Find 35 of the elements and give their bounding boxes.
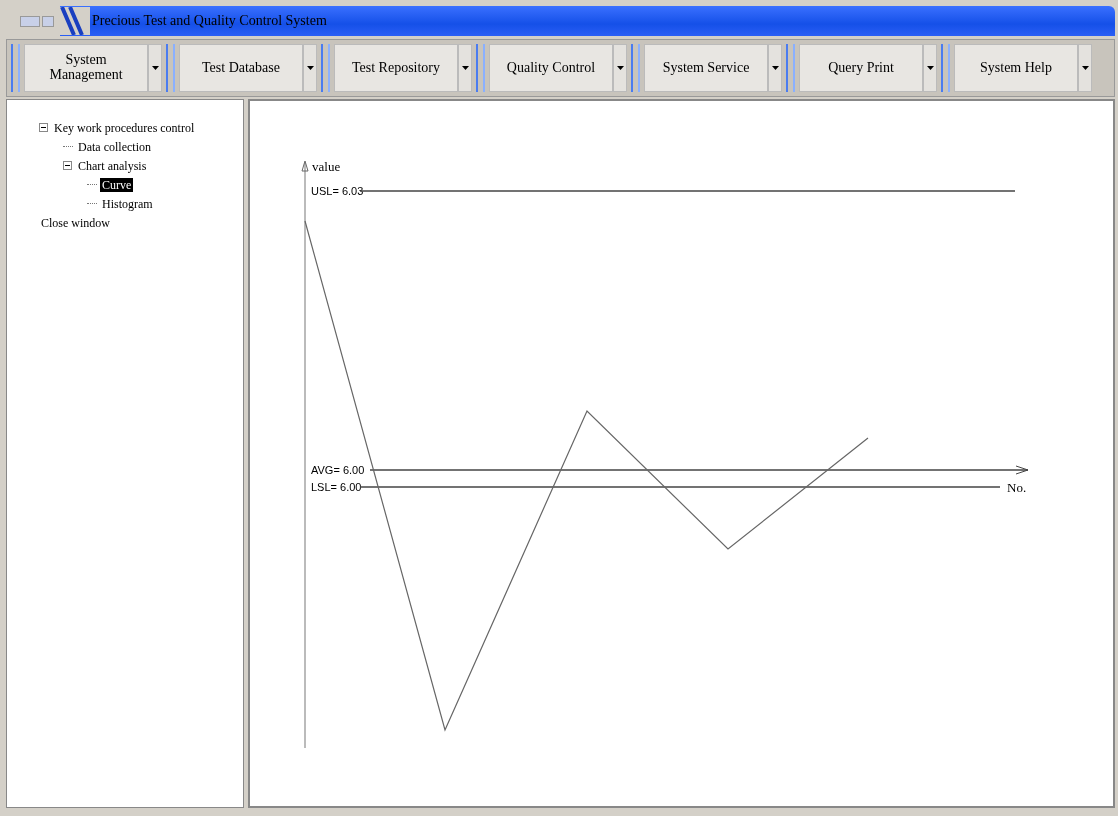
reference-label: LSL= 6.00 xyxy=(311,481,362,493)
axis-label: No. xyxy=(1007,480,1027,495)
toolbar-grip[interactable] xyxy=(476,44,485,92)
toolbar-grip[interactable] xyxy=(11,44,20,92)
tree-item[interactable]: Data collection xyxy=(76,139,153,154)
menu-button[interactable]: Test Repository xyxy=(334,44,458,92)
window-title: Precious Test and Quality Control System xyxy=(91,13,327,29)
menu-button[interactable]: Quality Control xyxy=(489,44,613,92)
tree-item[interactable]: Chart analysis xyxy=(76,158,149,173)
toolbar-grip[interactable] xyxy=(166,44,175,92)
dropdown-button[interactable] xyxy=(613,44,627,92)
collapse-icon[interactable] xyxy=(63,161,72,170)
collapse-icon[interactable] xyxy=(39,123,48,132)
toolbar-grip[interactable] xyxy=(321,44,330,92)
tree-item[interactable]: Close window xyxy=(39,215,112,230)
dropdown-button[interactable] xyxy=(303,44,317,92)
dropdown-button[interactable] xyxy=(923,44,937,92)
menu-button[interactable]: System Management xyxy=(24,44,148,92)
tree-item[interactable]: Key work procedures control xyxy=(52,120,197,135)
menu-button[interactable]: Query Print xyxy=(799,44,923,92)
menu-button[interactable]: System Help xyxy=(954,44,1078,92)
toolbar-grip[interactable] xyxy=(941,44,950,92)
tree-item[interactable]: Histogram xyxy=(100,196,155,211)
dropdown-button[interactable] xyxy=(458,44,472,92)
dropdown-button[interactable] xyxy=(1078,44,1092,92)
toolbar-grip[interactable] xyxy=(786,44,795,92)
reference-label: AVG= 6.00 xyxy=(311,464,365,476)
axis-label: value xyxy=(312,159,341,174)
toolbar-grip[interactable] xyxy=(631,44,640,92)
tree-item[interactable]: Curve xyxy=(100,177,134,192)
menu-button[interactable]: System Service xyxy=(644,44,768,92)
dropdown-button[interactable] xyxy=(768,44,782,92)
dropdown-button[interactable] xyxy=(148,44,162,92)
menu-button[interactable]: Test Database xyxy=(179,44,303,92)
reference-label: USL= 6.03 xyxy=(311,185,364,197)
